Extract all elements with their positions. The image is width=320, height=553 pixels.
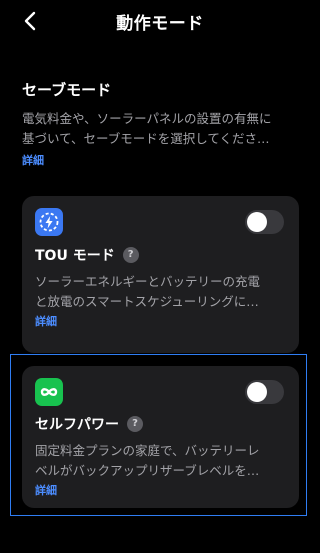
self-power-title-row: セルフパワー ? [35, 413, 143, 435]
mode-description-line1: 固定料金プランの家庭で、バッテリーレ [35, 443, 260, 458]
section-description-line2: 基づいて、セーブモードを選択してくださ… [22, 131, 270, 146]
mode-description-line2: ベルがバックアップリザーブレベルを… [35, 463, 260, 478]
mode-title: セルフパワー [35, 417, 119, 433]
tou-title-row: TOU モード ? [35, 244, 139, 266]
mode-card-tou[interactable]: TOU モード ? ソーラーエネルギーとバッテリーの充電 と放電のスマートスケジ… [22, 196, 299, 353]
toggle-knob [247, 382, 267, 402]
self-power-detail-link[interactable]: 詳細 [35, 482, 57, 498]
help-icon[interactable]: ? [122, 247, 139, 263]
mode-card-self-power[interactable]: セルフパワー ? 固定料金プランの家庭で、バッテリーレ ベルがバックアップリザー… [22, 366, 299, 508]
mode-description-line1: ソーラーエネルギーとバッテリーの充電 [35, 274, 261, 289]
toggle-knob [247, 212, 267, 232]
infinity-icon [35, 378, 63, 406]
mode-description: 固定料金プランの家庭で、バッテリーレ ベルがバックアップリザーブレベルを… [35, 441, 287, 481]
mode-description-line2: と放電のスマートスケジューリングに… [35, 294, 259, 309]
section-detail-link[interactable]: 詳細 [22, 152, 44, 168]
header: 動作モード [0, 0, 320, 44]
self-power-toggle[interactable] [245, 380, 284, 404]
mode-title: TOU モード [35, 248, 115, 264]
tou-detail-link[interactable]: 詳細 [35, 313, 57, 329]
schedule-bolt-icon [35, 208, 63, 236]
help-icon[interactable]: ? [127, 416, 143, 432]
mode-description: ソーラーエネルギーとバッテリーの充電 と放電のスマートスケジューリングに… [35, 272, 287, 312]
section-description: 電気料金や、ソーラーパネルの設置の有無に 基づいて、セーブモードを選択してくださ… [22, 109, 302, 149]
section-title: セーブモード [22, 81, 112, 99]
page-title: 動作モード [116, 14, 204, 34]
tou-mode-toggle[interactable] [245, 210, 284, 234]
section-description-line1: 電気料金や、ソーラーパネルの設置の有無に [22, 111, 272, 126]
